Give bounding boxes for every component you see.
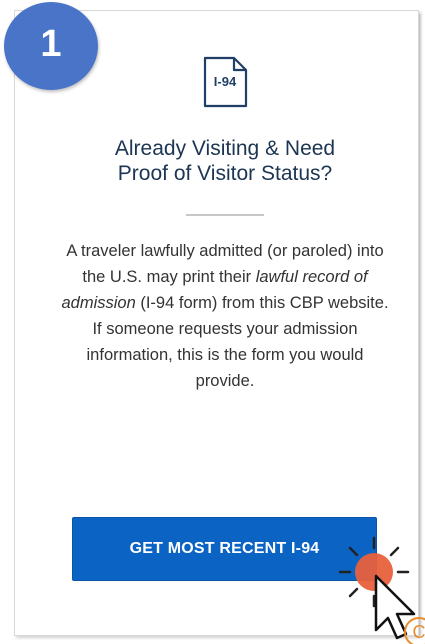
document-icon: I-94 (202, 56, 248, 108)
card-heading-line-2: Proof of Visitor Status? (117, 162, 333, 185)
get-most-recent-i94-button-label: GET MOST RECENT I-94 (129, 540, 320, 557)
step-number-badge: 1 (4, 2, 98, 90)
heading-divider (186, 214, 264, 216)
step-number: 1 (40, 23, 62, 65)
card-heading-line-1: Already Visiting & Need (114, 137, 336, 160)
card-shadow (419, 14, 422, 636)
screenshot-stage: 1 I-94 Already Visiting & Need Proof of … (0, 0, 425, 644)
copyright-icon: C (404, 617, 425, 644)
card-heading: Already Visiting & Need Proof of Visitor… (40, 136, 410, 186)
get-most-recent-i94-button[interactable]: GET MOST RECENT I-94 (72, 517, 377, 581)
document-icon-label: I-94 (213, 74, 237, 89)
card-description: A traveler lawfully admitted (or paroled… (60, 238, 390, 394)
